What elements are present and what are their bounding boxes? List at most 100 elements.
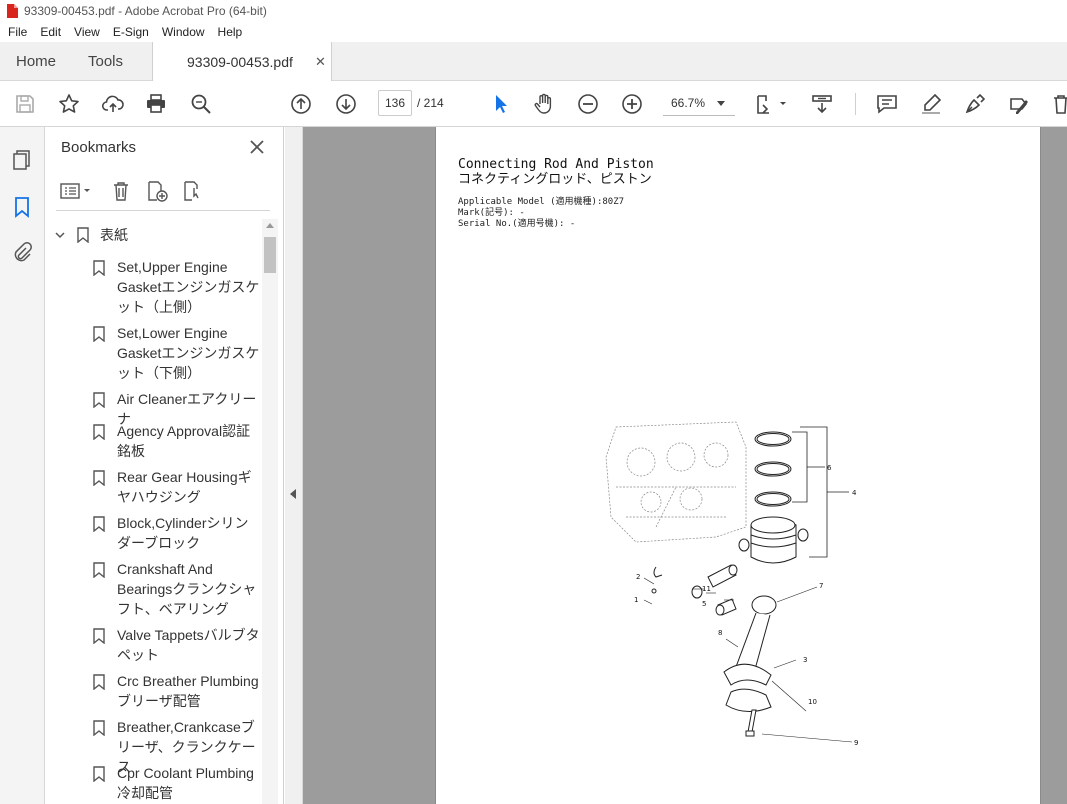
callout-1: 1 <box>634 596 638 604</box>
print-icon[interactable] <box>143 91 169 117</box>
bookmark-label: Cpr Coolant Plumbing冷却配管 <box>117 765 254 801</box>
select-cursor-icon[interactable] <box>488 91 514 117</box>
menu-file[interactable]: File <box>3 25 32 39</box>
tab-tools[interactable]: Tools <box>88 42 123 81</box>
left-navigation-rail <box>0 127 45 804</box>
delete-icon[interactable] <box>1048 91 1067 117</box>
fill-sign-icon[interactable] <box>962 91 988 117</box>
bookmark-icon <box>93 470 105 486</box>
star-icon[interactable] <box>56 91 82 117</box>
callout-5: 5 <box>702 600 706 608</box>
toolbar-divider <box>855 93 856 115</box>
comment-icon[interactable] <box>874 91 900 117</box>
bookmark-item[interactable]: Breather,Crankcaseブリーザ、クランクケース <box>92 717 262 775</box>
bookmark-label: Valve Tappetsバルブタペット <box>117 627 260 663</box>
bookmark-root-item[interactable]: 表紙 <box>54 225 128 245</box>
bookmarks-toolbar <box>56 173 270 211</box>
bookmark-item[interactable]: Set,Lower Engine Gasketエンジンガスケット（下側） <box>92 323 262 383</box>
edit-pdf-icon[interactable] <box>1006 91 1032 117</box>
scroll-mode-icon[interactable] <box>809 91 835 117</box>
main-toolbar: 136 / 214 66.7% <box>0 81 1067 127</box>
callout-11: 11 <box>702 585 711 593</box>
bookmark-icon <box>93 674 105 690</box>
document-viewport[interactable]: Connecting Rod And Piston コネクティングロッド、ピスト… <box>303 127 1067 804</box>
callout-4: 4 <box>852 489 857 497</box>
bookmark-item[interactable]: Block,Cylinderシリンダーブロック <box>92 513 262 553</box>
page-thumbnails-icon[interactable] <box>9 147 35 173</box>
close-tab-icon[interactable]: ✕ <box>315 54 326 70</box>
menu-edit[interactable]: Edit <box>35 25 66 39</box>
title-bar: 93309-00453.pdf - Adobe Acrobat Pro (64-… <box>0 0 1067 22</box>
engine-block-drawing <box>605 421 747 543</box>
bookmark-item[interactable]: Crankshaft And Bearingsクランクシャフト、ベアリング <box>92 559 262 619</box>
tab-document[interactable]: 93309-00453.pdf ✕ <box>152 42 332 82</box>
menu-bar: File Edit View E-Sign Window Help <box>0 22 1067 42</box>
callout-9: 9 <box>854 739 858 747</box>
bookmark-item[interactable]: Set,Upper Engine Gasketエンジンガスケット（上側） <box>92 257 262 317</box>
page-fit-icon[interactable] <box>754 91 790 117</box>
attachments-icon[interactable] <box>9 239 35 265</box>
zoom-level-value: 66.7% <box>671 96 706 110</box>
applicable-model: Applicable Model (適用機種):80Z7 <box>458 197 625 207</box>
mark: Mark(記号): - <box>458 208 525 218</box>
bookmark-item[interactable]: Air Cleanerエアクリーナ <box>92 389 262 427</box>
previous-page-icon[interactable] <box>288 91 314 117</box>
next-page-icon[interactable] <box>333 91 359 117</box>
scroll-up-arrow-icon[interactable] <box>266 223 274 228</box>
highlight-pen-icon[interactable] <box>918 91 944 117</box>
menu-window[interactable]: Window <box>157 25 210 39</box>
tab-home[interactable]: Home <box>16 42 56 81</box>
zoom-out-icon[interactable] <box>575 91 601 117</box>
bookmark-item[interactable]: Valve Tappetsバルブタペット <box>92 625 262 665</box>
cloud-upload-icon[interactable] <box>100 91 126 117</box>
delete-bookmark-icon[interactable] <box>108 178 134 204</box>
bookmarks-panel: Bookmarks 表紙 Set,Upper Engine Gasketエンジン… <box>46 127 284 804</box>
find-text-icon[interactable] <box>188 91 214 117</box>
bookmark-label: Set,Upper Engine Gasketエンジンガスケット（上側） <box>117 259 260 315</box>
bookmark-icon <box>93 720 105 736</box>
chevron-down-icon[interactable] <box>54 229 66 241</box>
bookmark-icon <box>93 392 105 408</box>
bookmark-label: Agency Approval認証銘板 <box>117 423 251 459</box>
panel-collapse-handle[interactable] <box>285 127 303 804</box>
save-icon[interactable] <box>12 91 38 117</box>
bookmark-icon <box>93 766 105 782</box>
find-bookmark-icon[interactable] <box>180 178 206 204</box>
bookmark-label: Crc Breather Plumbingブリーザ配管 <box>117 673 259 709</box>
menu-esign[interactable]: E-Sign <box>108 25 154 39</box>
menu-help[interactable]: Help <box>213 25 248 39</box>
scrollbar-thumb[interactable] <box>264 237 276 273</box>
hand-tool-icon[interactable] <box>531 91 557 117</box>
tabs-bar: Home Tools 93309-00453.pdf ✕ <box>0 42 1067 82</box>
bookmarks-scrollbar[interactable] <box>262 219 278 804</box>
bookmark-icon <box>93 260 105 276</box>
page-number-input[interactable]: 136 <box>378 90 412 116</box>
callout-10: 10 <box>808 698 817 706</box>
bookmark-item[interactable]: Rear Gear Housingギヤハウジング <box>92 467 262 507</box>
serial-no: Serial No.(適用号機): - <box>458 219 576 229</box>
bookmark-icon <box>93 628 105 644</box>
pdf-file-icon <box>6 4 18 18</box>
bookmark-item[interactable]: Cpr Coolant Plumbing冷却配管 <box>92 763 262 803</box>
bookmark-icon <box>93 562 105 578</box>
bookmark-label: Set,Lower Engine Gasketエンジンガスケット（下側） <box>117 325 260 381</box>
bookmark-icon <box>93 326 105 342</box>
window-title: 93309-00453.pdf - Adobe Acrobat Pro (64-… <box>24 4 267 18</box>
bookmark-label: Crankshaft And Bearingsクランクシャフト、ベアリング <box>117 561 257 617</box>
tab-document-label: 93309-00453.pdf <box>187 54 293 70</box>
callout-6: 6 <box>827 464 832 472</box>
bookmark-options-icon[interactable] <box>58 178 94 204</box>
bookmarks-panel-icon[interactable] <box>9 194 35 220</box>
callout-7: 7 <box>819 582 823 590</box>
zoom-in-icon[interactable] <box>619 91 645 117</box>
close-panel-icon[interactable] <box>246 136 268 158</box>
bookmark-item[interactable]: Agency Approval認証銘板 <box>92 421 262 461</box>
bookmark-item[interactable]: Crc Breather Plumbingブリーザ配管 <box>92 671 262 711</box>
zoom-level-select[interactable]: 66.7% <box>663 90 735 116</box>
collapse-arrow-icon[interactable] <box>290 489 296 499</box>
page-meta: Applicable Model (適用機種):80Z7 Mark(記号): -… <box>458 197 624 230</box>
menu-view[interactable]: View <box>69 25 105 39</box>
new-bookmark-icon[interactable] <box>144 178 170 204</box>
page-title-jp: コネクティングロッド、ピストン <box>458 172 652 187</box>
chevron-down-icon <box>717 101 725 106</box>
